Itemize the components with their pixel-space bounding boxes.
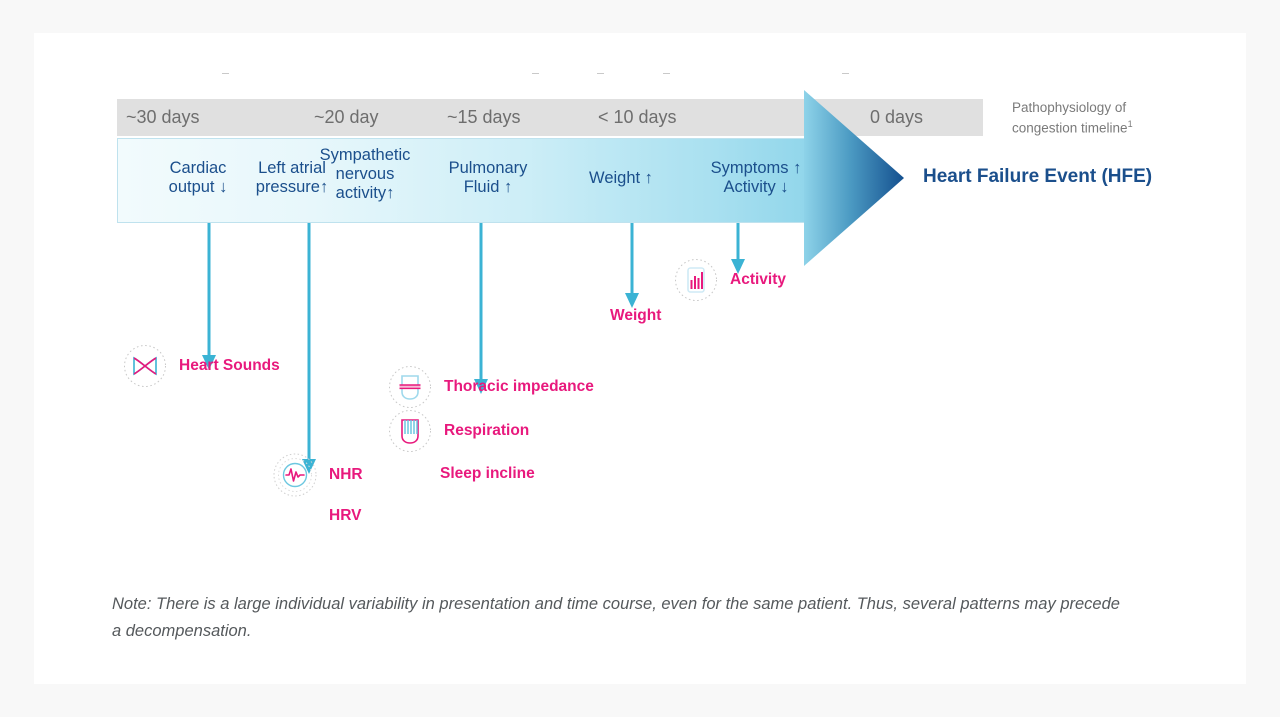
band-label-line: Sympathetic (319, 146, 411, 164)
marker-thoracic-impedance: Thoracic impedance (388, 365, 688, 411)
caption-superscript: 1 (1127, 119, 1133, 129)
tick-mark (222, 73, 229, 74)
band-label-line: Fluid ↑ (463, 178, 513, 196)
heart-failure-event-title: Heart Failure Event (HFE) (923, 166, 1153, 187)
tick-mark (532, 73, 539, 74)
marker-activity: Activity (674, 258, 854, 304)
band-label-line: Weight ↑ (589, 169, 653, 187)
drop-arrow-weight (625, 223, 639, 308)
marker-label-heart-sounds: Heart Sounds (179, 357, 280, 374)
time-label-30-days: ~30 days (126, 107, 200, 127)
marker-label-nhr: NHR (329, 466, 363, 483)
band-label-weight: Weight ↑ (565, 169, 677, 188)
thoracic-impedance-icon (389, 366, 431, 408)
marker-respiration: Respiration (388, 409, 648, 455)
respiration-icon (389, 410, 431, 452)
diagram-stage: ~30 days ~20 day ~15 days < 10 days 0 da… (34, 33, 1246, 684)
marker-label-sleep-incline: Sleep incline (440, 465, 535, 482)
band-label-line: output ↓ (168, 178, 228, 196)
time-label-20-days: ~20 day (314, 107, 379, 127)
marker-label-thoracic-impedance: Thoracic impedance (444, 378, 594, 395)
band-label-line: nervous (335, 165, 395, 183)
band-label-line: Cardiac (169, 159, 227, 177)
tick-mark (597, 73, 604, 74)
band-label-pulmonary-fluid: Pulmonary Fluid ↑ (424, 159, 552, 197)
pathophysiology-caption: Pathophysiology of congestion timeline1 (1012, 99, 1202, 137)
marker-label-weight: Weight (610, 307, 662, 324)
band-label-sympathetic-nervous-activity: Sympathetic nervous activity↑ (297, 146, 433, 203)
time-label-10-days: < 10 days (598, 107, 677, 127)
diagram-card: ~30 days ~20 day ~15 days < 10 days 0 da… (34, 33, 1246, 684)
marker-weight: Weight (574, 305, 714, 331)
nhr-waveform-icon (273, 453, 317, 497)
band-label-line: Activity ↓ (723, 178, 789, 196)
caption-line-1: Pathophysiology of (1012, 100, 1127, 115)
diagram-note: Note: There is a large individual variab… (112, 595, 1120, 640)
band-label-line: Symptoms ↑ (710, 159, 802, 177)
band-label-line: activity↑ (335, 184, 395, 202)
activity-bars-icon (675, 259, 717, 301)
marker-nhr: NHR (273, 453, 433, 499)
heart-sounds-icon (124, 345, 166, 387)
marker-label-respiration: Respiration (444, 422, 530, 439)
marker-hrv: HRV (293, 505, 433, 531)
tick-mark (663, 73, 670, 74)
marker-label-activity: Activity (730, 271, 786, 288)
tick-mark (842, 73, 849, 74)
tick-marks (34, 70, 1246, 78)
marker-label-hrv: HRV (329, 507, 362, 524)
band-label-line: Pulmonary (448, 159, 528, 177)
time-label-15-days: ~15 days (447, 107, 521, 127)
band-label-symptoms-activity: Symptoms ↑ Activity ↓ (680, 159, 832, 197)
marker-sleep-incline: Sleep incline (404, 463, 624, 489)
caption-line-2: congestion timeline (1012, 120, 1128, 136)
marker-heart-sounds: Heart Sounds (123, 344, 353, 390)
